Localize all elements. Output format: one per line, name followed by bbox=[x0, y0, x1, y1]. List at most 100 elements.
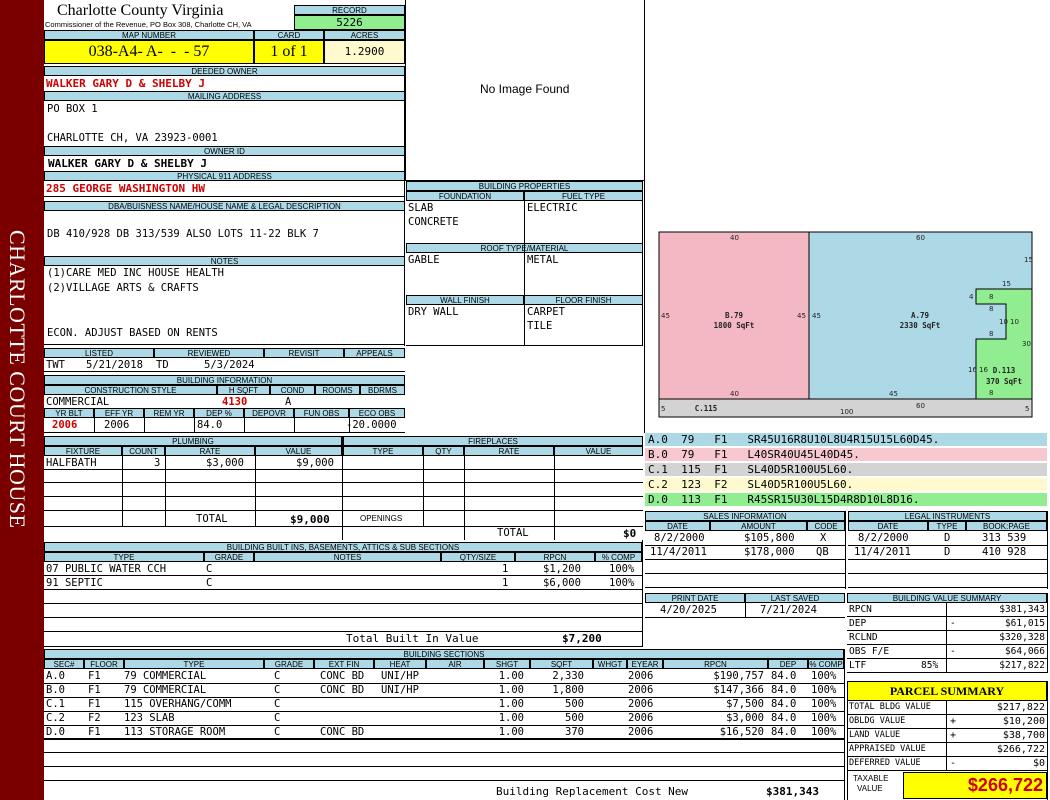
builtins-col-type: TYPE bbox=[44, 552, 204, 562]
legal-col-type: TYPE bbox=[928, 521, 966, 531]
section-cell-sec: D.0 bbox=[46, 726, 65, 738]
sale-2-code: QB bbox=[816, 546, 829, 558]
note-1: (1)CARE MED INC HOUSE HEALTH bbox=[47, 267, 225, 279]
builtin-1-grade: C bbox=[206, 563, 213, 575]
map-number: 038-A4- A- - - 57 bbox=[44, 40, 254, 64]
dim-d-8b: 8 bbox=[989, 305, 993, 313]
dim-b-top: 40 bbox=[730, 234, 739, 242]
label-b: B.79 bbox=[725, 311, 744, 320]
value-row-ltf: LTF 85% $217,822 bbox=[847, 660, 1047, 673]
sale-2-date: 11/4/2011 bbox=[650, 546, 707, 558]
roof-type: GABLE bbox=[408, 254, 440, 266]
section-cell-shgt: 1.00 bbox=[498, 670, 524, 682]
section-cell-comp: 100% bbox=[811, 698, 837, 710]
sales-col-date: DATE bbox=[645, 521, 710, 531]
replacement-cost-label: Building Replacement Cost New bbox=[496, 785, 689, 798]
taxable-label-1: TAXABLE bbox=[853, 774, 889, 783]
reviewed-date: 5/3/2024 bbox=[204, 359, 255, 371]
section-legend-d: D.0 113 F1 R45SR15U30L15D4R8D10L8D16. bbox=[645, 493, 1047, 507]
section-cell-shgt: 1.00 bbox=[498, 712, 524, 724]
builtin-2-grade: C bbox=[206, 577, 213, 589]
commissioner-address: Commissioner of the Revenue, PO Box 308,… bbox=[45, 20, 252, 29]
fireplace-col-qty: QTY bbox=[423, 446, 464, 456]
builtin-2-comp: 100% bbox=[609, 577, 635, 589]
dim-a-bottom2: 60 bbox=[916, 402, 925, 410]
sec-col-floor: FLOOR bbox=[84, 659, 124, 669]
parcel-appraised: APPRAISED VALUE $266,722 bbox=[847, 744, 1047, 757]
plumbing-total: $9,000 bbox=[290, 513, 330, 526]
depovr-label: DEPOVR bbox=[244, 408, 294, 418]
section-cell-floor: F1 bbox=[88, 726, 101, 738]
section-cell-dep: 84.0 bbox=[771, 698, 797, 710]
section-cell-floor: F1 bbox=[88, 670, 101, 682]
dim-d-30: 30 bbox=[1022, 340, 1031, 348]
floor-finish-label: FLOOR FINISH bbox=[524, 295, 643, 305]
section-cell-shgt: 1.00 bbox=[498, 726, 524, 738]
card-label: CARD bbox=[254, 30, 324, 40]
sidebar: CHARLOTTE COURT HOUSE bbox=[0, 0, 44, 800]
section-cell-rpcn: $16,520 bbox=[719, 726, 764, 738]
roof-material: METAL bbox=[527, 254, 559, 266]
dim-b-left: 45 bbox=[661, 312, 670, 320]
sale-1-date: 8/2/2000 bbox=[654, 532, 705, 544]
legal-col-book: BOOK:PAGE bbox=[966, 521, 1047, 531]
sale-1-code: X bbox=[820, 532, 827, 544]
dim-d-10b: 10 bbox=[1010, 318, 1019, 326]
section-cell-comp: 100% bbox=[811, 726, 837, 738]
section-cell-grade: C bbox=[274, 712, 281, 724]
sec-col-whgt: WHGT bbox=[593, 659, 627, 669]
section-cell-type: 123 SLAB bbox=[124, 712, 175, 724]
section-cell-grade: C bbox=[274, 726, 281, 738]
plumbing-fixture: HALFBATH bbox=[46, 457, 97, 469]
section-cell-sec: A.0 bbox=[46, 670, 65, 682]
section-cell-sqft: 500 bbox=[565, 698, 584, 710]
value-summary-title: BUILDING VALUE SUMMARY bbox=[847, 593, 1047, 603]
legal-1-type: D bbox=[944, 532, 951, 544]
label-c: C.115 bbox=[695, 404, 718, 413]
yrblt-label: YR BLT bbox=[44, 408, 94, 418]
builtins-col-comp: % COMP bbox=[595, 552, 642, 562]
dim-d-8c: 8 bbox=[989, 330, 993, 338]
dep-label: DEP % bbox=[194, 408, 244, 418]
sec-col-eyear: EYEAR bbox=[627, 659, 663, 669]
print-date-label: PRINT DATE bbox=[645, 593, 745, 603]
plumbing-title: PLUMBING bbox=[44, 436, 342, 446]
section-cell-heat: UNI/HP bbox=[381, 684, 419, 696]
dim-d-8d: 8 bbox=[989, 389, 993, 397]
section-cell-heat: UNI/HP bbox=[381, 670, 419, 682]
area-a: 2330 SqFt bbox=[900, 321, 941, 330]
building-properties-title: BUILDING PROPERTIES bbox=[406, 181, 643, 191]
label-d: D.113 bbox=[993, 366, 1016, 375]
section-cell-rpcn: $7,500 bbox=[726, 698, 764, 710]
effyr-value: 2006 bbox=[104, 419, 130, 431]
legal-2-date: 11/4/2011 bbox=[854, 546, 911, 558]
dim-d-10a: 10 bbox=[999, 318, 1008, 326]
area-d: 370 SqFt bbox=[986, 377, 1022, 386]
section-legend-a: A.0 79 F1 SR45U16R8U10L8U4R15U15L60D45. bbox=[645, 433, 1047, 447]
builtin-1-qty: 1 bbox=[502, 563, 509, 575]
dim-d-15: 15 bbox=[1002, 280, 1011, 288]
section-cell-ext: CONC BD bbox=[320, 726, 365, 738]
dim-c-100: 100 bbox=[840, 408, 853, 416]
dim-d-4: 4 bbox=[969, 293, 974, 301]
reviewed-label: REVIEWED bbox=[154, 348, 264, 358]
foundation-label: FOUNDATION bbox=[406, 191, 524, 201]
remyr-label: REM YR bbox=[144, 408, 194, 418]
replacement-cost: $381,343 bbox=[766, 785, 819, 798]
value-row-obs: OBS F/E - $64,066 bbox=[847, 646, 1047, 659]
area-b: 1800 SqFt bbox=[714, 321, 755, 330]
fireplace-col-type: TYPE bbox=[343, 446, 423, 456]
mailing-line-1: PO BOX 1 bbox=[47, 103, 98, 115]
legal-desc-label: DBA/BUISNESS NAME/HOUSE NAME & LEGAL DES… bbox=[44, 201, 405, 211]
sec-col-dep: DEP bbox=[768, 659, 808, 669]
parcel-summary-title: PARCEL SUMMARY bbox=[847, 681, 1047, 701]
cond-value: A bbox=[285, 396, 292, 408]
section-cell-rpcn: $190,757 bbox=[713, 670, 764, 682]
section-legend-c1: C.1 115 F1 SL40D5R100U5L60. bbox=[645, 463, 1047, 477]
sale-2-amount: $178,000 bbox=[744, 546, 795, 558]
section-cell-eyear: 2006 bbox=[628, 726, 654, 738]
plumbing-col-rate: RATE bbox=[165, 446, 255, 456]
section-cell-rpcn: $147,366 bbox=[713, 684, 764, 696]
builtins-total: $7,200 bbox=[562, 632, 602, 645]
section-cell-eyear: 2006 bbox=[628, 698, 654, 710]
